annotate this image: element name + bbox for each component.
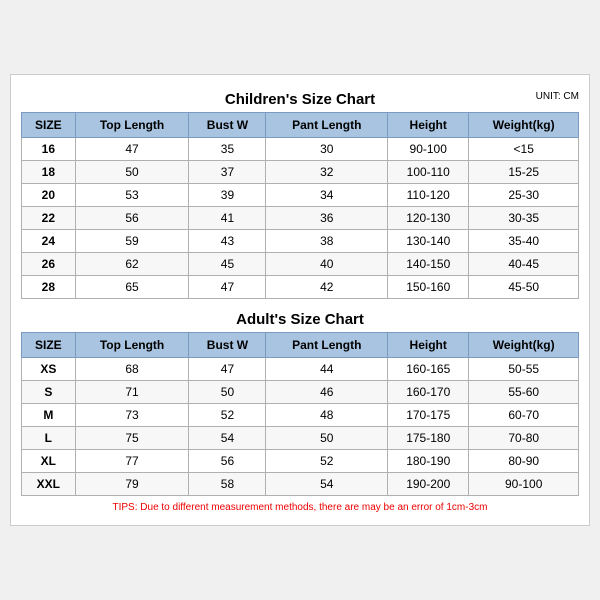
adult-col-header-bust-w: Bust W [189,333,266,358]
table-row: L755450175-18070-80 [22,427,579,450]
adult-header-row: SIZE Top Length Bust W Pant Length Heigh… [22,333,579,358]
col-header-bust-w: Bust W [189,113,266,138]
adult-col-header-top-length: Top Length [75,333,189,358]
table-row: 22564136120-13030-35 [22,207,579,230]
table-row: S715046160-17055-60 [22,381,579,404]
table-row: XL775652180-19080-90 [22,450,579,473]
col-header-weight: Weight(kg) [469,113,579,138]
adult-section-title: Adult's Size Chart [21,305,579,332]
tips-text: TIPS: Due to different measurement metho… [21,496,579,515]
col-header-height: Height [388,113,469,138]
children-section-title: Children's Size Chart UNIT: CM [21,85,579,112]
table-row: XXL795854190-20090-100 [22,473,579,496]
adult-col-header-weight: Weight(kg) [469,333,579,358]
table-row: M735248170-17560-70 [22,404,579,427]
col-header-top-length: Top Length [75,113,189,138]
size-chart-container: Children's Size Chart UNIT: CM SIZE Top … [10,74,590,526]
adult-col-header-height: Height [388,333,469,358]
table-row: 26624540140-15040-45 [22,253,579,276]
children-size-table: SIZE Top Length Bust W Pant Length Heigh… [21,112,579,299]
table-row: 18503732100-11015-25 [22,161,579,184]
col-header-pant-length: Pant Length [266,113,388,138]
col-header-size: SIZE [22,113,76,138]
table-row: 24594338130-14035-40 [22,230,579,253]
children-header-row: SIZE Top Length Bust W Pant Length Heigh… [22,113,579,138]
table-row: 1647353090-100<15 [22,138,579,161]
adult-col-header-pant-length: Pant Length [266,333,388,358]
unit-label: UNIT: CM [536,91,579,102]
table-row: 28654742150-16045-50 [22,276,579,299]
table-row: XS684744160-16550-55 [22,358,579,381]
table-row: 20533934110-12025-30 [22,184,579,207]
adult-size-table: SIZE Top Length Bust W Pant Length Heigh… [21,332,579,496]
adult-col-header-size: SIZE [22,333,76,358]
adult-title-text: Adult's Size Chart [236,311,364,328]
children-title-text: Children's Size Chart [225,91,375,108]
